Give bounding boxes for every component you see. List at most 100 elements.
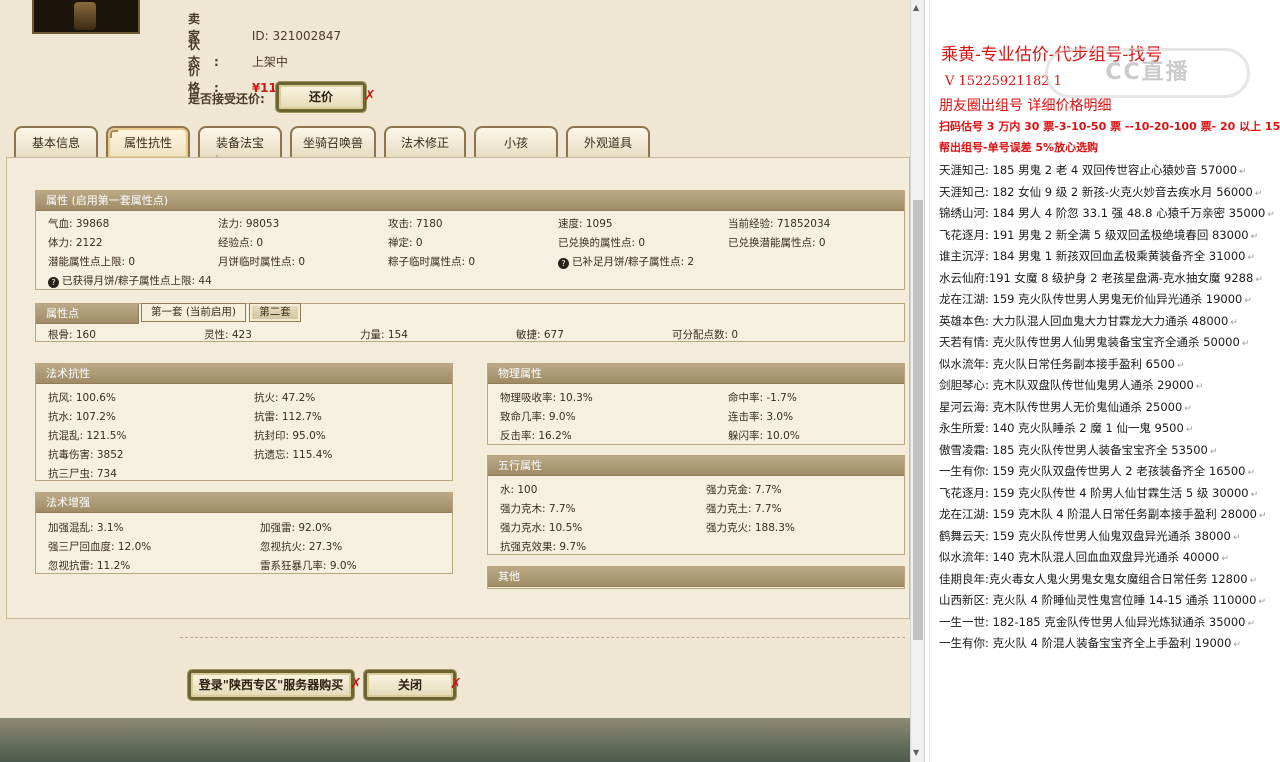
- attr-exp-points: 经验点: 0: [218, 237, 264, 249]
- listing-text: 龙在江湖: 159 克木队 4 阶混人日常任务副本接手盈利 28000: [939, 507, 1257, 521]
- scroll-down-icon[interactable]: ▼: [913, 748, 919, 757]
- paragraph-mark-icon: ↵: [1247, 253, 1256, 263]
- scroll-up-icon[interactable]: ▲: [913, 3, 919, 12]
- listing-line: 一生一世: 182-185 克金队传世男人仙异光炼狱通杀 35000 ↵: [939, 612, 1279, 634]
- tab-mounts-pets[interactable]: 坐骑召唤兽: [290, 126, 376, 158]
- paragraph-mark-icon: ↵: [1209, 446, 1218, 457]
- resist-chaos: 抗混乱: 121.5%: [48, 430, 127, 442]
- listing-text: 傲雪凌霜: 185 克火队传世男人装备宝宝齐全 53500: [939, 442, 1208, 457]
- listing-line: 鹤舞云天: 159 克火队传世男人仙鬼双盘异光通杀 38000 ↵: [939, 526, 1279, 548]
- listing-line: 似水流年: 140 克木队混人回血血双盘异光通杀 40000 ↵: [939, 547, 1279, 569]
- elem-vs-earth: 强力克土: 7.7%: [706, 503, 782, 515]
- close-button[interactable]: 关闭: [364, 670, 456, 700]
- elem-anti-counter: 抗强克效果: 9.7%: [500, 541, 587, 553]
- listing-line: 谁主沉浮: 184 男鬼 1 新孩双回血孟极乘黄装备齐全 31000 ↵: [939, 246, 1279, 268]
- paragraph-mark-icon: ↵: [1239, 167, 1247, 177]
- listing-text: 飞花逐月: 159 克火队传世 4 阶男人仙甘霖生活 5 级 30000: [939, 485, 1249, 500]
- resist-thunder: 抗雷: 112.7%: [254, 411, 322, 423]
- paragraph-mark-icon: ↵: [1232, 532, 1241, 543]
- login-x-icon: ✗: [350, 676, 362, 692]
- spell-boost-title: 法术增强: [36, 493, 452, 513]
- listing-text: 天若有情: 克火队传世男人仙男鬼装备宝宝齐全通杀 50000: [939, 335, 1240, 349]
- boost-corpse-heal: 强三尸回血度: 12.0%: [48, 541, 152, 553]
- tab-attributes[interactable]: 属性抗性: [106, 126, 190, 158]
- listing-line: 天若有情: 克火队传世男人仙男鬼装备宝宝齐全通杀 50000 ↵: [939, 332, 1279, 354]
- paragraph-mark-icon: ↵: [1258, 597, 1266, 607]
- paragraph-mark-icon: ↵: [1230, 317, 1238, 328]
- listing-line: 傲雪凌霜: 185 克火队传世男人装备宝宝齐全 53500 ↵: [939, 440, 1279, 462]
- resist-wind: 抗风: 100.6%: [48, 392, 116, 404]
- attributes-section: 属性 (启用第一套属性点) 气血: 39868 法力: 98053 攻击: 71…: [35, 190, 905, 290]
- point-strength: 力量: 154: [360, 329, 408, 341]
- listing-line: 剑胆琴心: 克木队双盘队传世仙鬼男人通杀 29000 ↵: [939, 375, 1279, 397]
- tab-label: 基本信息: [31, 136, 80, 150]
- listing-text: 水云仙府:191 女魔 8 级护身 2 老孩星盘满-克水抽女魔 9288: [939, 270, 1254, 285]
- resist-fire: 抗火: 47.2%: [254, 392, 316, 404]
- attr-filled-text: 已补足月饼/粽子属性点: 2: [572, 256, 695, 268]
- point-constitution: 根骨: 160: [48, 329, 96, 341]
- character-avatar: [32, 0, 140, 34]
- listing-text: 锦绣山河: 184 男人 4 阶忽 33.1 强 48.8 心猿千万亲密 350…: [939, 206, 1266, 220]
- scrollbar-thumb[interactable]: [913, 200, 923, 640]
- doc-margin-line: [929, 0, 930, 762]
- listing-text: 龙在江湖: 159 克火队传世男人男鬼无价仙异光通杀 19000: [939, 292, 1243, 306]
- help-icon[interactable]: ?: [48, 277, 59, 288]
- doc-note: 帮出组号-单号误差 5%放心选购: [939, 141, 1099, 154]
- listing-line: 佳期良年:克火毒女人鬼火男鬼女鬼女魔组合日常任务 12800 ↵: [939, 569, 1279, 591]
- elem-water: 水: 100: [500, 484, 538, 496]
- spell-resist-title: 法术抗性: [36, 364, 452, 384]
- listing-text: 鹤舞云天: 159 克火队传世男人仙鬼双盘异光通杀 38000: [939, 528, 1231, 543]
- tab-basic-info[interactable]: 基本信息: [14, 126, 98, 158]
- paragraph-mark-icon: ↵: [1250, 489, 1259, 500]
- boost-ignore-fire: 忽视抗火: 27.3%: [260, 541, 343, 553]
- listing-text: 山西新区: 克火队 4 阶睡仙灵性鬼宫位睡 14-15 通杀 110000: [939, 593, 1257, 607]
- listing-line: 似水流年: 克火队日常任务副本接手盈利 6500 ↵: [939, 354, 1279, 376]
- divider: [180, 637, 905, 638]
- counter-offer-button[interactable]: 还价: [276, 82, 366, 112]
- tab-label: 坐骑召唤兽: [302, 136, 363, 150]
- listing-text: 似水流年: 克火队日常任务副本接手盈利 6500: [939, 356, 1175, 371]
- resist-water: 抗水: 107.2%: [48, 411, 116, 423]
- listing-text: 星河云海: 克木队传世男人无价鬼仙通杀 25000: [939, 399, 1183, 414]
- listing-line: 山西新区: 克火队 4 阶睡仙灵性鬼宫位睡 14-15 通杀 110000 ↵: [939, 590, 1279, 612]
- attr-cap-text: 已获得月饼/粽子属性点上限: 44: [62, 275, 212, 287]
- close-x-icon: ✗: [450, 676, 462, 692]
- listing-line: 星河云海: 克木队传世男人无价鬼仙通杀 25000 ↵: [939, 397, 1279, 419]
- resist-forget: 抗遗忘: 115.4%: [254, 449, 333, 461]
- paragraph-mark-icon: ↵: [1267, 210, 1275, 220]
- phys-dodge: 躲闪率: 10.0%: [728, 430, 800, 442]
- tab-set-two[interactable]: 第二套: [249, 303, 301, 322]
- listing-line: 天涯知己: 182 女仙 9 级 2 新孩-火克火妙音去疾水月 56000 ↵: [939, 182, 1279, 204]
- tab-child[interactable]: 小孩: [474, 126, 558, 158]
- elem-vs-fire: 强力克火: 188.3%: [706, 522, 795, 534]
- login-purchase-button[interactable]: 登录"陕西专区"服务器购买: [188, 670, 354, 700]
- tab-set-one[interactable]: 第一套 (当前启用): [141, 303, 246, 322]
- document-pane[interactable]: 乘黄-专业估价-代步组号-找号 V 15225921182 1 朋友圈出组号 详…: [924, 0, 1280, 762]
- listing-line: 英雄本色: 大力队混人回血鬼大力甘霖龙大力通杀 48000 ↵: [939, 311, 1279, 333]
- tab-spell-mod[interactable]: 法术修正: [384, 126, 466, 158]
- attr-points-title: 属性点: [36, 304, 139, 324]
- attributes-title: 属性 (启用第一套属性点): [36, 191, 904, 211]
- listing-text: 永生所爱: 140 克火队睡杀 2 魔 1 仙一鬼 9500: [939, 421, 1184, 435]
- paragraph-mark-icon: ↵: [1250, 231, 1259, 242]
- game-scrollbar[interactable]: ▲ ▼: [910, 0, 924, 762]
- attr-mooncake-temp: 月饼临时属性点: 0: [218, 256, 306, 268]
- resist-seal: 抗封印: 95.0%: [254, 430, 326, 442]
- other-title[interactable]: 其他: [488, 567, 904, 587]
- resist-corpse-worm: 抗三尸虫: 734: [48, 468, 117, 480]
- paragraph-mark-icon: ↵: [1241, 339, 1250, 349]
- help-icon[interactable]: ?: [558, 258, 569, 269]
- phys-critical: 致命几率: 9.0%: [500, 411, 576, 423]
- attr-exchanged-potential: 已兑换潜能属性点: 0: [728, 237, 826, 249]
- paragraph-mark-icon: ↵: [1233, 640, 1241, 650]
- attr-attack: 攻击: 7180: [388, 218, 443, 230]
- point-spirit: 灵性: 423: [204, 329, 252, 341]
- phys-absorb: 物理吸收率: 10.3%: [500, 392, 593, 404]
- elem-vs-wood: 强力克木: 7.7%: [500, 503, 576, 515]
- listing-line: 天涯知己: 185 男鬼 2 老 4 双回传世容止心猿妙音 57000 ↵: [939, 160, 1279, 182]
- resist-poison: 抗毒伤害: 3852: [48, 449, 124, 461]
- tab-label: 装备法宝: [215, 136, 264, 150]
- tab-appearance[interactable]: 外观道具: [566, 126, 650, 158]
- elements-section: 五行属性 水: 100 强力克木: 7.7% 强力克水: 10.5% 抗强克效果…: [487, 455, 905, 555]
- paragraph-mark-icon: ↵: [1221, 554, 1229, 564]
